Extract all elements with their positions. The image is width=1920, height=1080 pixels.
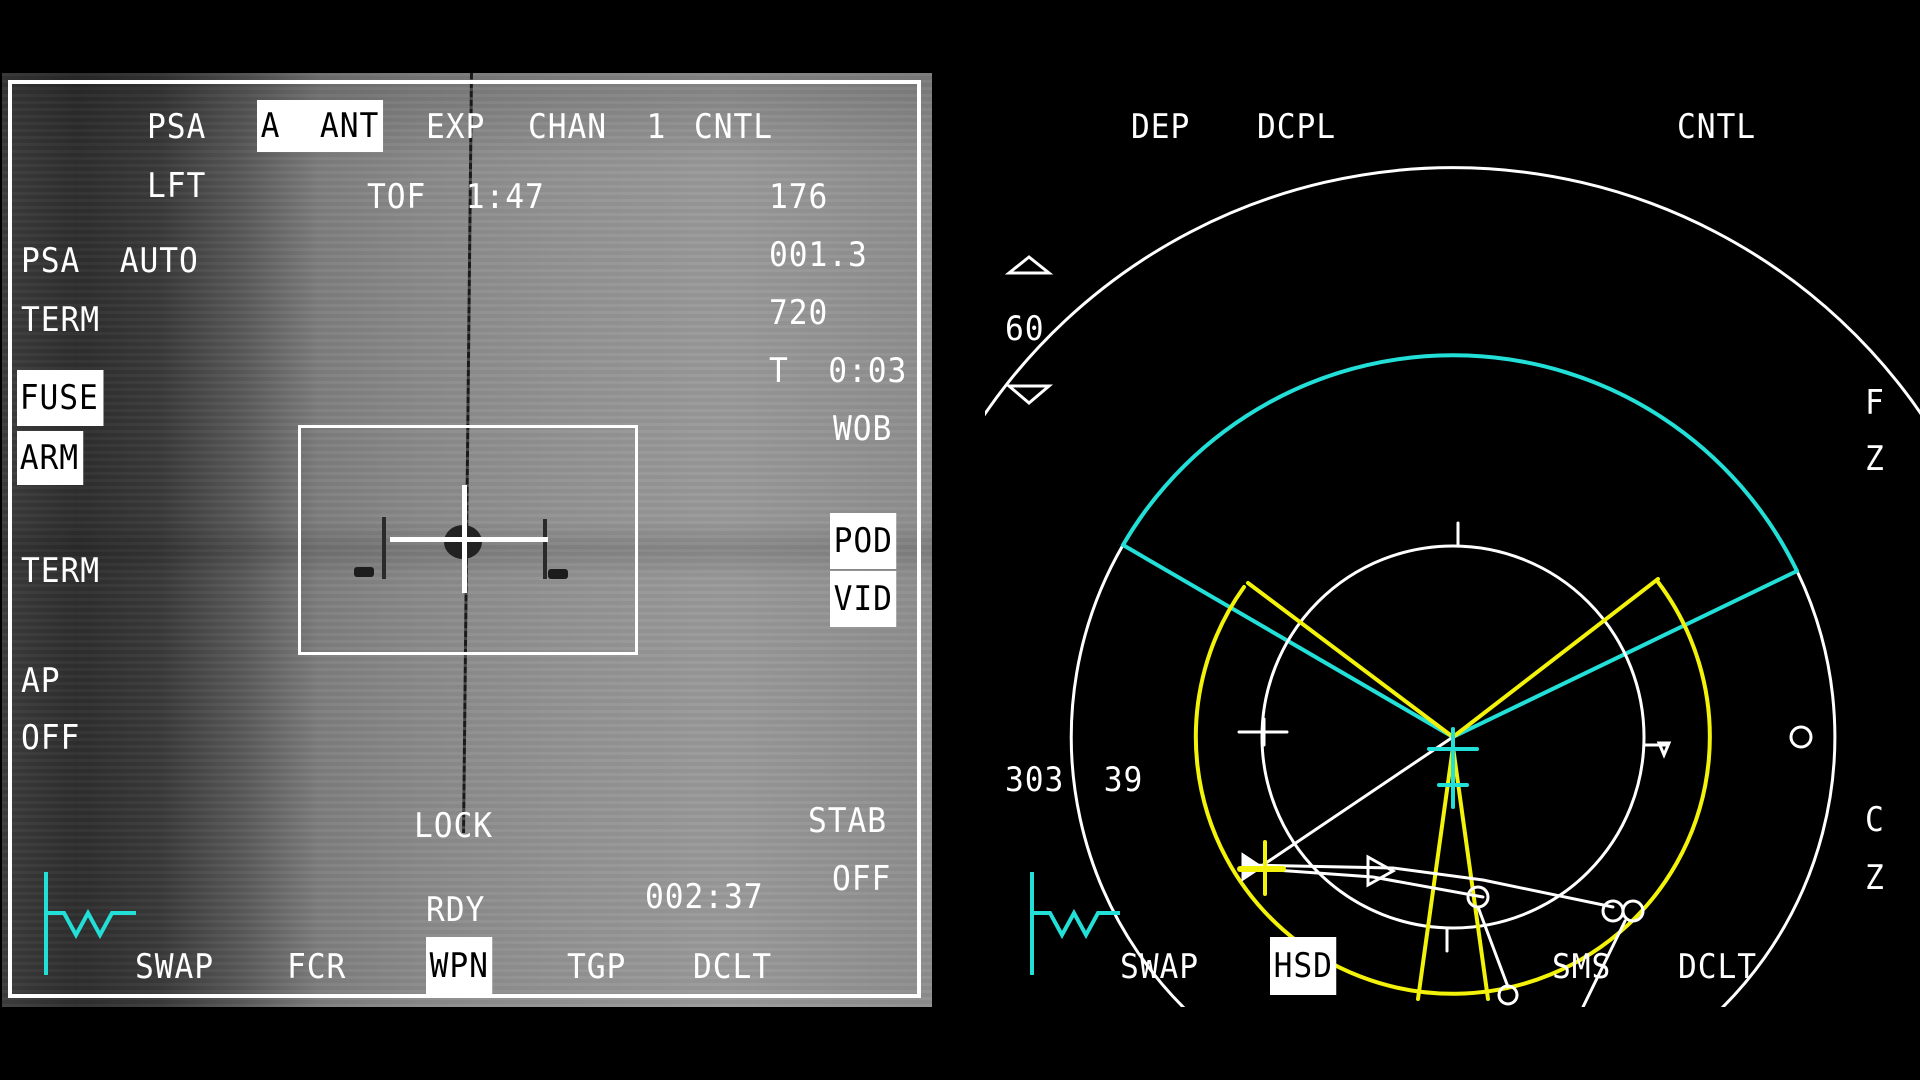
left-overlay-svg — [44, 872, 136, 975]
middle-range-ring-right — [1720, 569, 1837, 1007]
left-mfd-tgp-display: PSA A ANT EXP CHAN 1 CNTL LFT TOF 1:47 1… — [2, 73, 932, 1007]
ownship-icon — [1427, 727, 1479, 809]
fcr-scan-arc — [1121, 353, 1799, 573]
tab-swap[interactable]: SWAP — [1120, 947, 1199, 987]
route-line-lower — [1246, 866, 1485, 899]
dep-button[interactable]: DEP — [1131, 107, 1190, 147]
hsd-svg — [985, 166, 1920, 1007]
dcpl-button[interactable]: DCPL — [1257, 107, 1336, 147]
outer-range-ring — [985, 166, 1920, 417]
range-decrease-icon[interactable] — [1004, 384, 1054, 405]
contact-circle-east — [1789, 725, 1813, 749]
cz-label-c[interactable]: C — [1865, 800, 1885, 840]
cz-label-z[interactable]: Z — [1865, 858, 1885, 898]
tab-sms[interactable]: SMS — [1552, 947, 1611, 987]
markpoint-circle-1 — [1601, 899, 1625, 923]
tab-hsd[interactable]: HSD — [1270, 937, 1337, 995]
bullseye-readout: 303 39 — [1005, 760, 1144, 800]
tab-dclt[interactable]: DCLT — [1678, 947, 1757, 987]
fz-label-f[interactable]: F — [1865, 383, 1885, 423]
datalink-symbol-icon — [1030, 872, 1120, 975]
range-increase-icon[interactable] — [1004, 255, 1054, 275]
right-mfd-hsd-display: DEP DCPL CNTL 60 F Z C Z 303 39 SWAP HSD… — [985, 73, 1920, 1007]
cntl-button[interactable]: CNTL — [1677, 107, 1756, 147]
datalink-symbol-icon — [44, 872, 136, 975]
range-value: 60 — [1005, 309, 1045, 349]
steerpoint-line — [1261, 735, 1455, 867]
fz-label-z[interactable]: Z — [1865, 439, 1885, 479]
